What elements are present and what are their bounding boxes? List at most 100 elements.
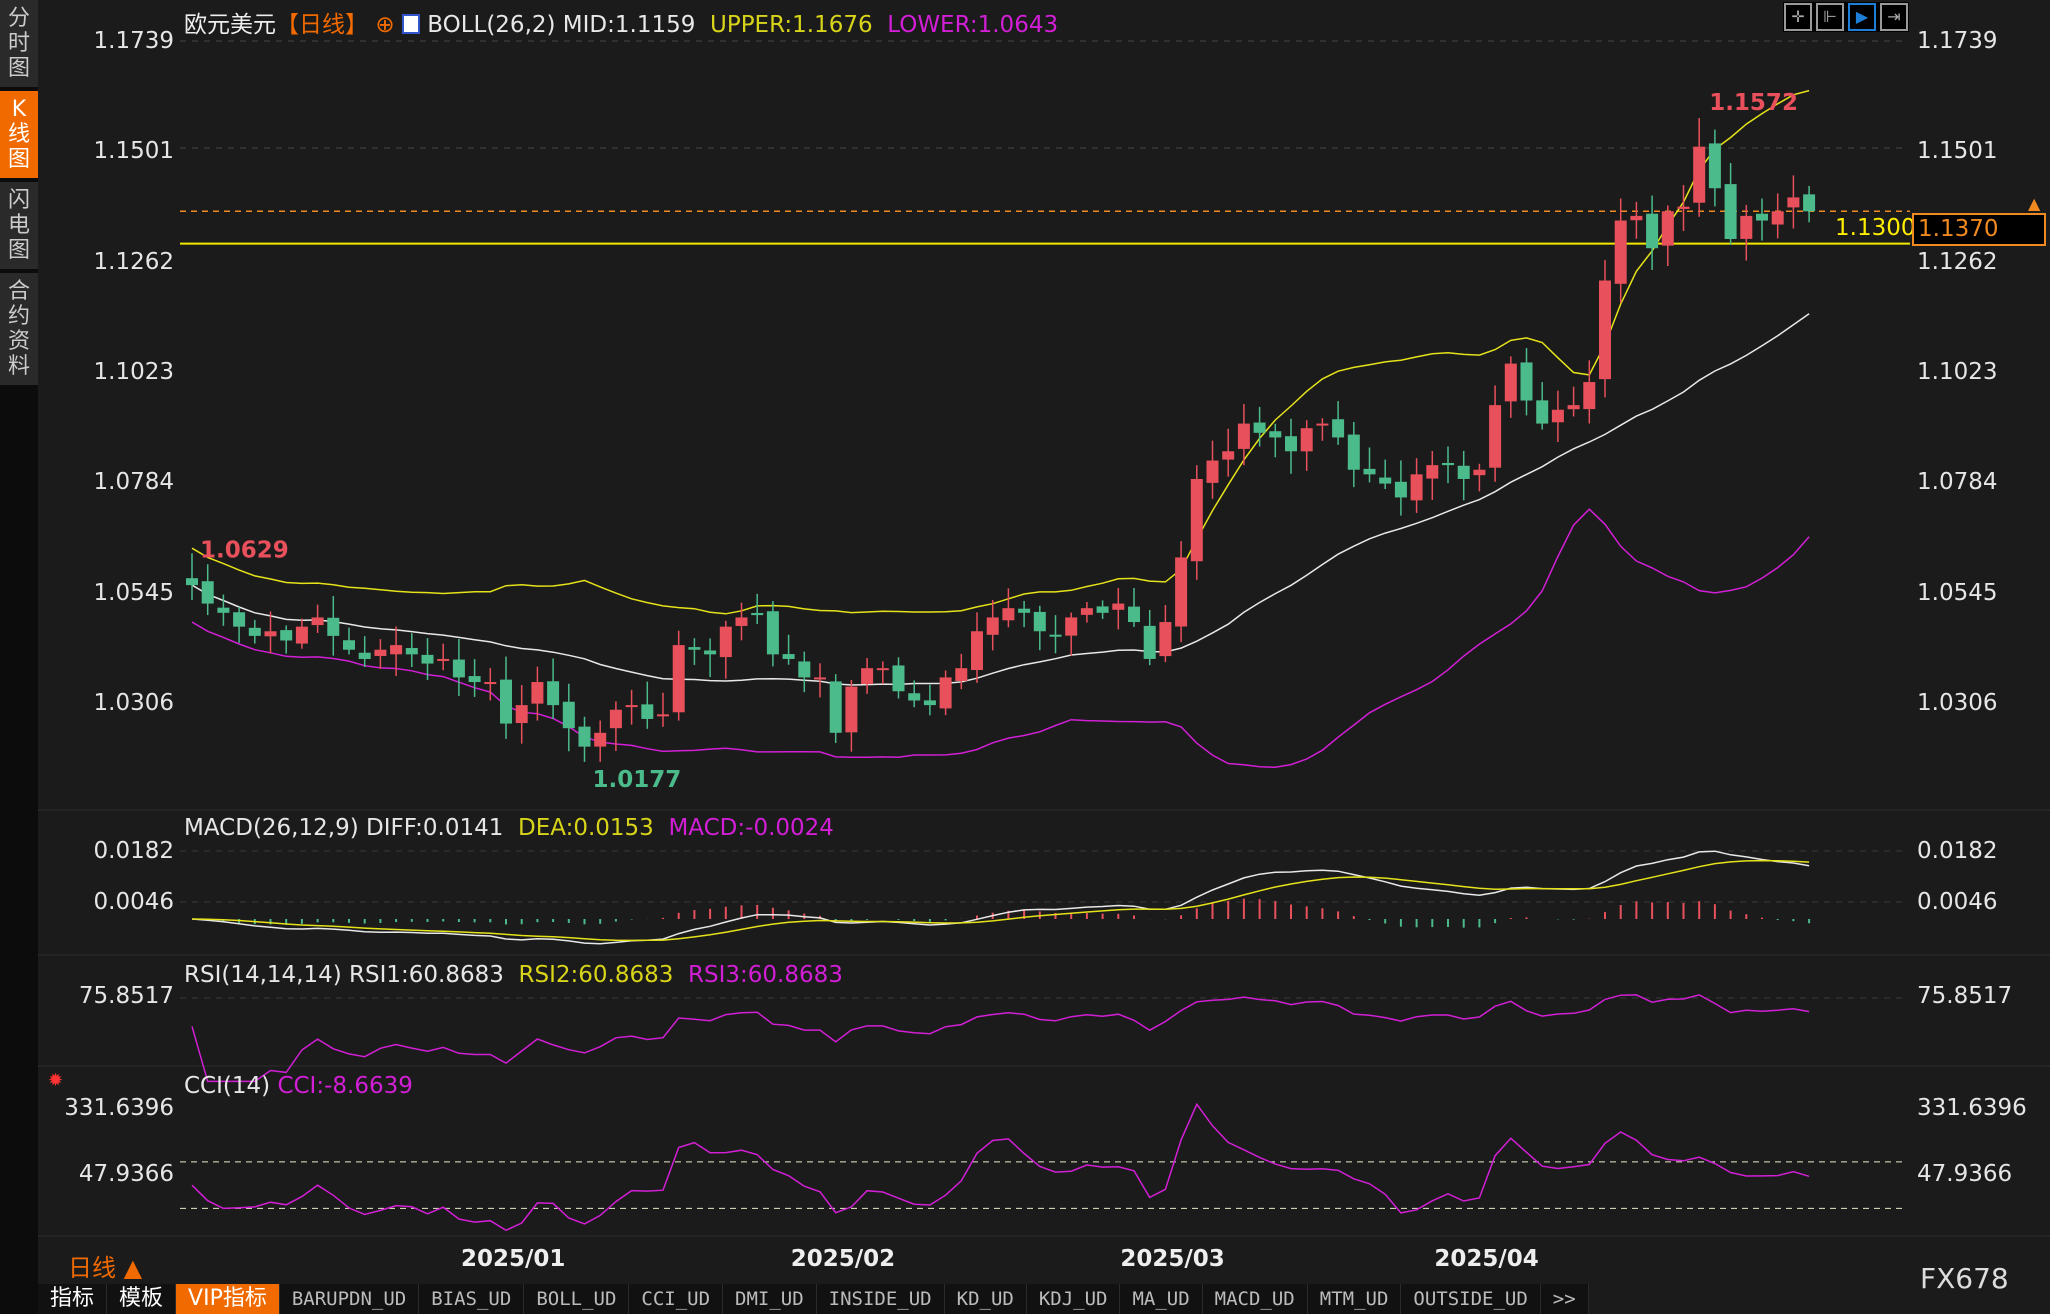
candle-body [1646,213,1659,249]
candle-body [782,654,795,659]
boll-upper-line [191,89,1810,615]
candle-body [1708,143,1721,189]
candle-body [594,732,607,747]
indicator-tab[interactable]: 模板 [107,1284,177,1314]
cci-value: CCI:-8.6639 [277,1073,413,1099]
indicator-tab[interactable]: BOLL_UD [524,1284,630,1314]
indicator-tab[interactable]: MTM_UD [1307,1284,1402,1314]
candle-body [1332,419,1345,438]
price-axis-label: 1.1739 [93,28,174,54]
price-axis-label: 1.1023 [1917,358,1998,385]
settings-sun-icon[interactable]: ✹ [48,1070,63,1091]
candle-body [986,617,999,635]
date-axis-label: 2025/04 [1434,1246,1539,1272]
indicator-tab[interactable]: BARUPDN_UD [279,1284,420,1314]
macd-diff: MACD(26,12,9) DIFF:0.0141 [184,815,504,841]
macd-axis-right: 0.0182 [1917,838,1998,864]
candle-body [1159,622,1172,657]
candle-body [766,611,779,655]
indicator-tab[interactable]: INSIDE_UD [816,1284,945,1314]
candle-body [908,693,921,701]
candle-body [955,668,968,681]
candle-body [892,665,905,692]
candle-body [1175,557,1188,627]
price-axis-label: 1.1262 [1917,248,1998,275]
candle-body [1143,625,1156,659]
indicator-tab[interactable]: DMI_UD [723,1284,817,1314]
candle-body [343,640,355,650]
scroll-up-icon[interactable]: ▲ [2028,194,2040,213]
indicator-icon[interactable] [401,14,420,34]
candle-body [704,650,717,655]
candle-body [1128,606,1140,623]
candle-body [468,676,481,683]
indicator-tab[interactable]: KDJ_UD [1026,1284,1121,1314]
price-axis-label: 1.0306 [93,689,174,716]
rsi3: RSI3:60.8683 [688,962,843,988]
cci-title: CCI(14) [184,1073,271,1099]
price-axis-label: 1.0545 [93,579,174,606]
candle-body [264,631,277,637]
candle-body [233,612,246,627]
crosshair-icon[interactable]: ✛ [1784,3,1812,31]
candle-body [1049,634,1062,637]
candle-body [876,668,889,671]
candle-body [562,701,575,729]
candle-body [751,612,764,616]
candle-body [295,626,308,644]
shift-right-icon[interactable]: ⇥ [1880,3,1908,31]
candle-body [1237,423,1250,449]
macd-value: MACD:-0.0024 [668,815,834,841]
cci-axis-right: 47.9366 [1917,1161,2013,1187]
candle-body [923,700,936,706]
auto-scroll-icon[interactable]: ▶ [1848,3,1876,31]
indicator-tab[interactable]: OUTSIDE_UD [1401,1284,1541,1314]
price-axis-label: 1.0545 [1917,579,1998,606]
period-selector[interactable]: 日线 ▲ [68,1248,142,1283]
indicator-tab[interactable]: CCI_UD [629,1284,724,1314]
candle-body [1269,431,1282,438]
candle-body [845,686,858,733]
horizontal-line-label: 1.1300 [1835,215,1916,241]
period-label: 【日线】 [276,12,368,38]
candle-body [1567,405,1580,410]
indicator-tab[interactable]: MACD_UD [1202,1284,1308,1314]
indicator-tab[interactable]: MA_UD [1120,1284,1203,1314]
candle-body [531,682,544,704]
indicator-tab[interactable]: 指标 [38,1284,108,1314]
candle-body [1536,400,1549,424]
rsi-header: RSI(14,14,14) RSI1:60.8683 RSI2:60.8683 … [184,962,843,988]
rsi2: RSI2:60.8683 [518,962,674,988]
candle-body [1300,428,1313,452]
indicator-tab[interactable]: >> [1540,1284,1589,1314]
chart-canvas[interactable]: 1.1572 1.0629 1.0177 [0,0,2050,1314]
start-high-marker: 1.0629 [200,537,289,563]
candle-body [1787,197,1800,208]
candle-body [390,645,403,655]
cci-axis-left: 331.6396 [64,1095,174,1121]
candle-body [1756,213,1768,221]
candle-body [1630,215,1643,221]
candle-body [1551,409,1564,423]
candle-body [1426,465,1439,479]
macd-axis-right: 0.0046 [1917,889,1998,915]
indicator-tab[interactable]: KD_UD [944,1284,1027,1314]
boll-mid: BOLL(26,2) MID:1.1159 [427,12,696,38]
price-axis-label: 1.1023 [93,358,174,385]
high-price-marker: 1.1572 [1709,90,1798,116]
candle-body [1065,617,1078,636]
range-left-icon[interactable]: ⊩ [1816,3,1844,31]
rsi-line [191,994,1810,1083]
candle-body [657,714,669,717]
rsi1: RSI(14,14,14) RSI1:60.8683 [184,962,504,988]
candle-body [437,658,450,661]
watermark: FX678 [1920,1262,2009,1295]
add-icon[interactable]: ⊕ [375,12,394,38]
indicator-tab[interactable]: VIP指标 [176,1284,280,1314]
candle-body [452,659,465,678]
candle-body [1693,146,1706,203]
candle-body [327,617,340,636]
price-axis-label: 1.1262 [93,248,174,275]
candle-body [971,631,983,671]
indicator-tab[interactable]: BIAS_UD [419,1284,525,1314]
